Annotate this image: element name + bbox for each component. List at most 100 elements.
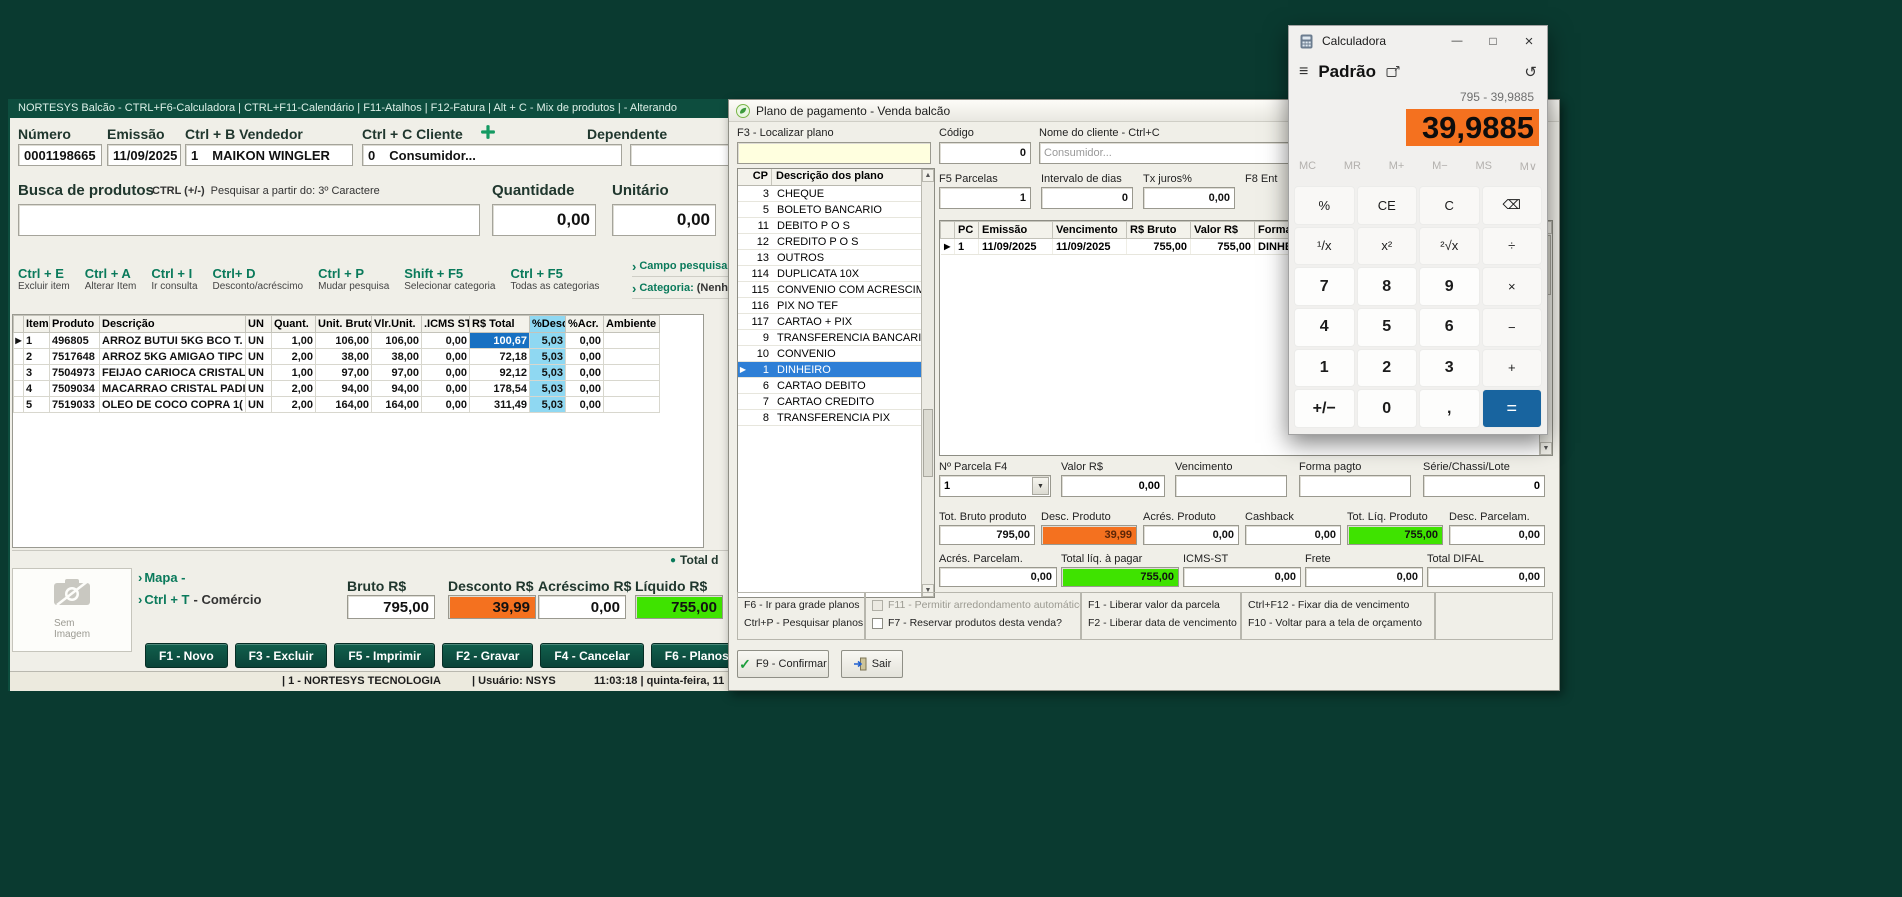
grid-cell[interactable]: 2,00 <box>272 381 316 397</box>
checkbox[interactable] <box>872 618 883 629</box>
parcels-header-cell[interactable]: Vencimento <box>1053 222 1127 239</box>
grid-cell[interactable]: 7517648 <box>50 349 100 365</box>
grid-row[interactable]: 57519033OLEO DE COCO COPRA 1(UN2,00164,0… <box>14 397 660 413</box>
grid-cell[interactable] <box>604 333 660 349</box>
comercio-link[interactable]: ›Ctrl + T- Comércio <box>138 592 261 607</box>
calc-key-,[interactable]: , <box>1419 389 1480 428</box>
plan-row[interactable]: 13OUTROS <box>738 250 922 266</box>
grid-header-cell[interactable]: Ambiente <box>604 316 660 333</box>
shortcut-item[interactable]: Ctrl + AAlterar Item <box>85 266 137 292</box>
grid-cell[interactable]: 72,18 <box>470 349 530 365</box>
categoria-info[interactable]: › Categoria: (Nenhu <box>632 278 730 299</box>
grid-cell[interactable]: 106,00 <box>316 333 372 349</box>
plan-row[interactable]: 9TRANSFERENCIA BANCARIA <box>738 330 922 346</box>
calc-key-5[interactable]: 5 <box>1357 308 1418 347</box>
grid-cell[interactable]: 0,00 <box>422 349 470 365</box>
localizar-input[interactable] <box>737 142 931 164</box>
plan-row[interactable]: 12CREDITO P O S <box>738 234 922 250</box>
plan-row[interactable]: 114DUPLICATA 10X <box>738 266 922 282</box>
grid-cell[interactable]: UN <box>246 349 272 365</box>
grid-header-cell[interactable]: Unit. Bruto <box>316 316 372 333</box>
calc-key-8[interactable]: 8 <box>1357 267 1418 306</box>
shortcut-item[interactable]: Shift + F5Selecionar categoria <box>404 266 495 292</box>
parcels-header-cell[interactable]: Valor R$ <box>1191 222 1255 239</box>
grid-cell[interactable]: ARROZ 5KG AMIGAO TIPC <box>100 349 246 365</box>
grid-cell[interactable]: UN <box>246 381 272 397</box>
field-input[interactable]: 0,00 <box>1061 475 1165 497</box>
vendedor-input[interactable]: 1 MAIKON WINGLER <box>185 144 353 166</box>
grid-cell[interactable]: 7519033 <box>50 397 100 413</box>
chevron-down-icon[interactable]: ▼ <box>1032 477 1049 495</box>
maximize-button[interactable]: □ <box>1475 26 1511 56</box>
grid-cell[interactable]: 97,00 <box>316 365 372 381</box>
calc-key-+/−[interactable]: +/− <box>1294 389 1355 428</box>
emissao-input[interactable]: 11/09/2025 <box>107 144 181 166</box>
plan-row[interactable]: 5BOLETO BANCARIO <box>738 202 922 218</box>
campo-pesquisa-info[interactable]: › Campo pesquisa: D <box>632 256 730 277</box>
plan-row[interactable]: 6CARTAO DEBITO <box>738 378 922 394</box>
grid-cell[interactable] <box>604 365 660 381</box>
calc-key-⌫[interactable]: ⌫ <box>1482 186 1543 225</box>
grid-cell[interactable]: 97,00 <box>372 365 422 381</box>
plan-row[interactable]: 8TRANSFERENCIA PIX <box>738 410 922 426</box>
parcel-cell[interactable]: 755,00 <box>1191 239 1255 255</box>
shortcut-item[interactable]: Ctrl + IIr consulta <box>151 266 197 292</box>
info-line[interactable]: F7 - Reservar produtos desta venda? <box>872 617 1080 629</box>
parcel-cell[interactable]: 1 <box>955 239 979 255</box>
grid-cell[interactable]: 0,00 <box>566 381 604 397</box>
calc-key-C[interactable]: C <box>1419 186 1480 225</box>
history-icon[interactable]: ↺ <box>1524 63 1537 81</box>
parcels-header-cell[interactable]: PC <box>955 222 979 239</box>
grid-cell[interactable]: 0,00 <box>422 381 470 397</box>
calc-key-7[interactable]: 7 <box>1294 267 1355 306</box>
grid-cell[interactable]: 5,03 <box>530 333 566 349</box>
cliente-input[interactable]: 0 Consumidor... <box>362 144 622 166</box>
grid-cell[interactable]: OLEO DE COCO COPRA 1( <box>100 397 246 413</box>
scroll-thumb[interactable] <box>923 409 933 477</box>
keep-on-top-icon[interactable] <box>1386 66 1400 78</box>
plan-row[interactable]: 7CARTAO CREDITO <box>738 394 922 410</box>
shortcut-item[interactable]: Ctrl + EExcluir item <box>18 266 70 292</box>
calc-key-−[interactable]: − <box>1482 308 1543 347</box>
plan-row[interactable]: 117CARTAO + PIX <box>738 314 922 330</box>
plan-row[interactable]: 3CHEQUE <box>738 186 922 202</box>
grid-cell[interactable]: 38,00 <box>316 349 372 365</box>
calc-key-¹/x[interactable]: ¹/x <box>1294 227 1355 266</box>
grid-cell[interactable]: 0,00 <box>566 333 604 349</box>
grid-header-cell[interactable]: Quant. <box>272 316 316 333</box>
close-button[interactable]: × <box>1511 26 1547 56</box>
grid-cell[interactable]: 106,00 <box>372 333 422 349</box>
menu-icon[interactable]: ≡ <box>1299 63 1308 81</box>
calc-key-÷[interactable]: ÷ <box>1482 227 1543 266</box>
grid-cell[interactable]: 164,00 <box>372 397 422 413</box>
grid-cell[interactable]: 0,00 <box>422 397 470 413</box>
grid-cell[interactable]: 5 <box>24 397 50 413</box>
grid-cell[interactable]: 5,03 <box>530 349 566 365</box>
grid-cell[interactable]: 0,00 <box>566 365 604 381</box>
grid-cell[interactable]: 2,00 <box>272 349 316 365</box>
grid-cell[interactable]: UN <box>246 397 272 413</box>
field-input[interactable] <box>1175 475 1287 497</box>
add-client-icon[interactable] <box>480 124 496 145</box>
grid-cell[interactable]: 4 <box>24 381 50 397</box>
numero-input[interactable]: 0001198665 <box>18 144 102 166</box>
grid-header-cell[interactable]: R$ Total <box>470 316 530 333</box>
calc-key-1[interactable]: 1 <box>1294 349 1355 388</box>
grid-cell[interactable]: 496805 <box>50 333 100 349</box>
calc-key-x²[interactable]: x² <box>1357 227 1418 266</box>
grid-cell[interactable] <box>604 349 660 365</box>
scroll-down-icon[interactable]: ▼ <box>1540 442 1552 455</box>
search-input[interactable] <box>18 204 480 236</box>
grid-cell[interactable]: MACARRAO CRISTAL PADI <box>100 381 246 397</box>
grid-cell[interactable]: 178,54 <box>470 381 530 397</box>
mapa-link[interactable]: ›Mapa - <box>138 570 186 585</box>
grid-cell[interactable]: 92,12 <box>470 365 530 381</box>
grid-header-cell[interactable]: %Desc. <box>530 316 566 333</box>
grid-cell[interactable]: 1 <box>24 333 50 349</box>
minimize-button[interactable]: — <box>1439 26 1475 56</box>
pos-button-f4-cancelar[interactable]: F4 - Cancelar <box>540 643 643 668</box>
confirm-button[interactable]: ✓ F9 - Confirmar <box>737 650 829 678</box>
quantidade-input[interactable]: 0,00 <box>492 204 596 236</box>
info-line[interactable]: F11 - Permitir arredondamento automático… <box>872 599 1080 611</box>
scroll-up-icon[interactable]: ▲ <box>922 169 934 182</box>
